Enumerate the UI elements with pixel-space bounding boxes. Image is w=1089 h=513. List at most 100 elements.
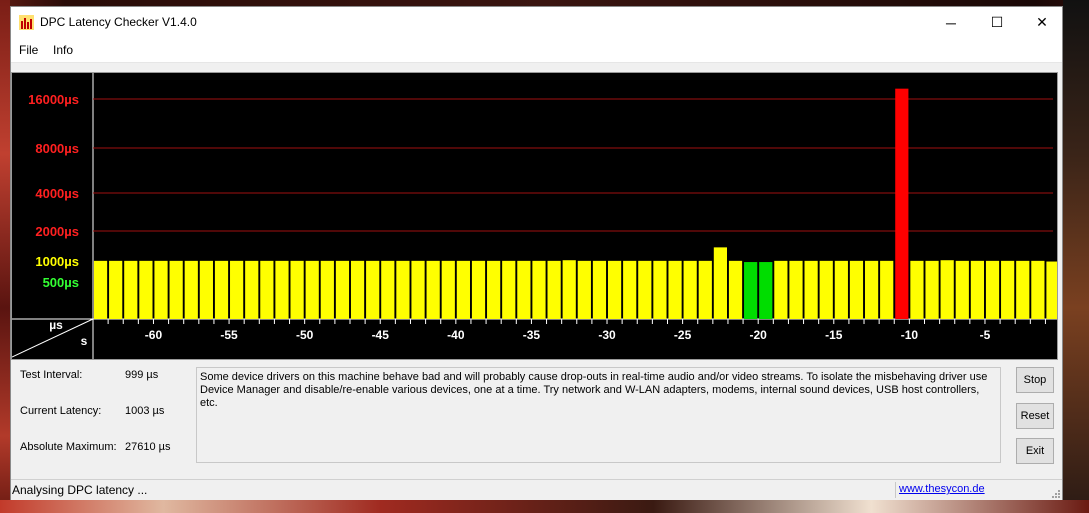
status-bar: Analysing DPC latency ... www.thesycon.d… [11,479,1062,500]
latency-bar [925,260,939,319]
window-title: DPC Latency Checker V1.4.0 [40,15,197,29]
latency-bar [577,260,591,319]
latency-bar [744,262,758,319]
latency-bar [895,88,909,319]
latency-bar [623,260,637,319]
test-interval-value: 999 µs [125,369,159,381]
latency-bar [759,262,773,319]
latency-bar [607,260,622,319]
latency-bar [638,260,652,319]
latency-bar [880,260,894,319]
close-button[interactable]: ✕ [1019,7,1065,38]
latency-bar [955,260,969,319]
latency-bar [668,260,682,319]
latency-bar [849,260,864,319]
bar-chart-app-icon [19,15,34,30]
latency-bar [502,260,516,319]
maximize-icon: ☐ [990,14,1004,30]
message-box: Some device drivers on this machine beha… [196,367,1001,463]
latency-bar [532,260,546,319]
y-tick-label: 500µs [43,275,79,290]
latency-bar [184,260,198,319]
latency-bar [698,260,712,319]
latency-bar [305,260,319,319]
menu-bar: File Info [11,38,1062,63]
latency-bar [653,260,667,319]
x-tick-label: -55 [220,328,238,342]
latency-bar [275,260,289,319]
status-separator [895,482,896,498]
latency-bar [366,260,380,319]
latency-bar [834,260,848,319]
minimize-button[interactable]: ─ [928,7,974,38]
latency-bar [471,260,486,319]
latency-bar [774,260,788,319]
website-link[interactable]: www.thesycon.de [899,483,985,495]
menu-file[interactable]: File [19,43,38,57]
current-latency-label: Current Latency: [20,405,102,417]
latency-bar [713,247,728,319]
exit-button[interactable]: Exit [1016,438,1054,464]
y-tick-label: 4000µs [35,186,79,201]
latency-bar [1046,261,1057,319]
x-tick-label: -5 [980,328,991,342]
absolute-maximum-label: Absolute Maximum: [20,441,117,453]
y-tick-label: 8000µs [35,141,79,156]
latency-bar [789,260,803,319]
resize-grip-icon[interactable] [1050,488,1060,498]
latency-bar [396,260,410,319]
desktop-background-left [0,0,10,513]
latency-bar [260,260,274,319]
latency-chart-svg: 16000µs 8000µs 4000µs 2000µs 1000µs 500µs -60 -… [12,73,1057,359]
latency-bar [819,260,833,319]
reset-button[interactable]: Reset [1016,403,1054,429]
x-tick-label: -10 [901,328,919,342]
latency-bar [230,260,244,319]
latency-bar [124,260,138,319]
latency-bar [290,260,304,319]
close-icon: ✕ [1036,14,1048,30]
latency-bar [562,260,576,319]
desktop-background-right [1063,0,1089,513]
latency-bar [864,260,879,319]
latency-bar [139,260,153,319]
x-tick-label: -20 [750,328,768,342]
x-tick-label: -45 [372,328,390,342]
latency-bar [441,260,455,319]
latency-bar [214,260,229,319]
status-text: Analysing DPC latency ... [12,483,148,497]
x-tick-label: -30 [598,328,616,342]
latency-bar [985,260,1000,319]
latency-bar [547,260,561,319]
y-tick-label: 1000µs [35,254,79,269]
current-latency-value: 1003 µs [125,405,165,417]
latency-bar [245,260,259,319]
latency-bar [154,260,168,319]
latency-bar [109,260,123,319]
app-window: DPC Latency Checker V1.4.0 ─ ☐ ✕ File In… [10,6,1063,500]
x-tick-label: -40 [447,328,465,342]
x-tick-label: -25 [674,328,692,342]
x-tick-label: -50 [296,328,314,342]
y-axis-unit-label: µs [49,318,63,332]
latency-bar [940,260,954,319]
latency-bar [910,260,924,319]
latency-bar [93,260,108,319]
latency-bar [728,260,743,319]
latency-bar [1016,260,1030,319]
absolute-maximum-value: 27610 µs [125,441,171,453]
latency-bar [517,260,531,319]
title-bar[interactable]: DPC Latency Checker V1.4.0 ─ ☐ ✕ [11,7,1062,38]
stop-button[interactable]: Stop [1016,367,1054,393]
latency-bar [970,260,985,319]
latency-bar [169,260,183,319]
latency-bar [592,260,607,319]
x-tick-label: -35 [523,328,541,342]
latency-chart: 16000µs 8000µs 4000µs 2000µs 1000µs 500µs -60 -… [11,72,1058,360]
desktop-background-bottom [0,500,1089,513]
maximize-button[interactable]: ☐ [974,7,1020,38]
latency-bar [381,260,395,319]
menu-info[interactable]: Info [53,43,73,57]
y-tick-label: 16000µs [28,92,79,107]
minimize-icon: ─ [946,14,956,31]
